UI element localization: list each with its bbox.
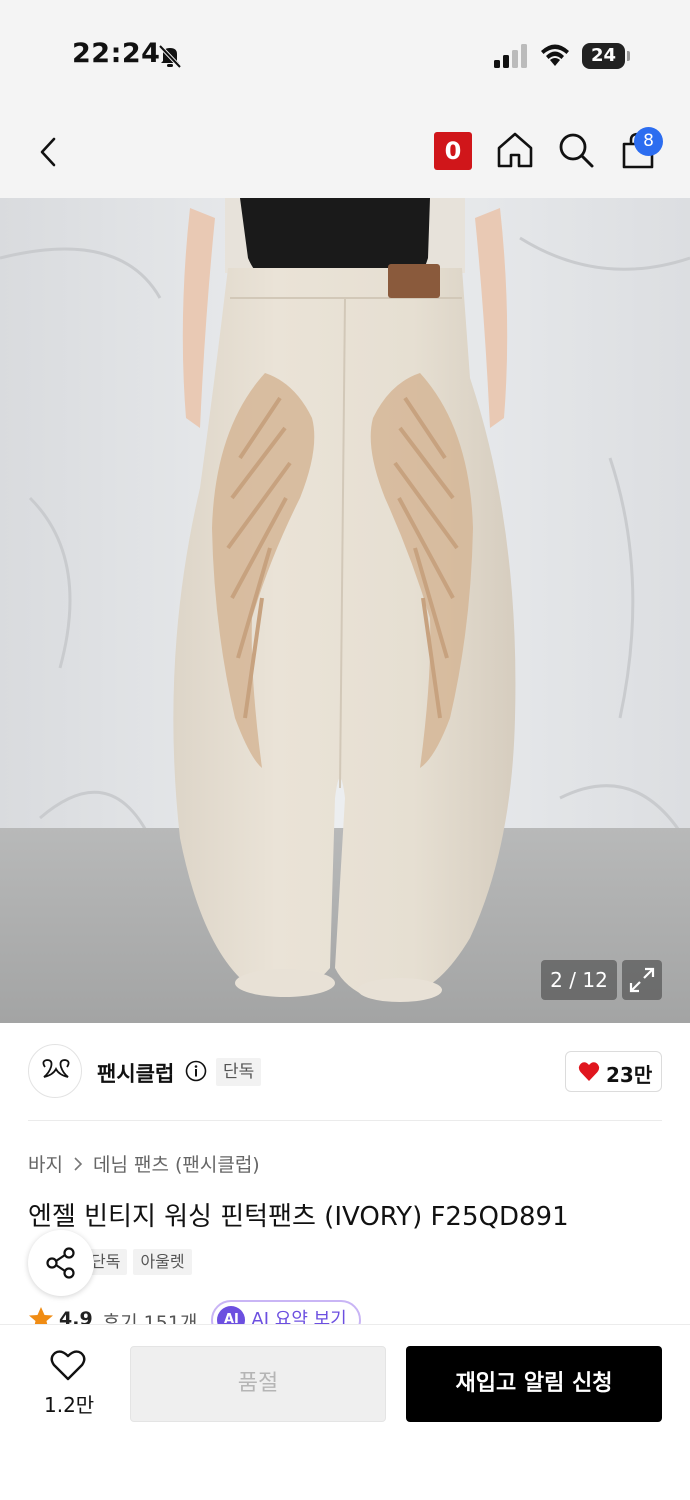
product-title: 엔젤 빈티지 워싱 핀턱팬츠 (IVORY) F25QD891: [28, 1202, 569, 1232]
brand-name[interactable]: 팬시클럽: [97, 1058, 174, 1088]
star-icon: [29, 1307, 53, 1324]
ai-summary-label: AI 요약 보기: [251, 1309, 347, 1324]
rating-row[interactable]: 4.9 후기 151개 AI AI 요약 보기: [28, 1300, 361, 1324]
divider: [28, 1120, 662, 1121]
battery-tip: [627, 51, 630, 61]
ai-icon: AI: [217, 1306, 246, 1324]
heart-filled-icon: [578, 1062, 600, 1081]
ai-summary-button[interactable]: AI AI 요약 보기: [211, 1300, 361, 1324]
like-count: 23만: [606, 1063, 653, 1087]
product-photo: [0, 198, 690, 1023]
heart-outline-icon[interactable]: [50, 1349, 86, 1381]
tag-outlet: 아울렛: [133, 1249, 192, 1275]
product-image[interactable]: [0, 198, 690, 1023]
back-icon[interactable]: [30, 132, 70, 172]
wifi-icon: [541, 44, 569, 66]
shop-logo-icon[interactable]: 0: [434, 132, 472, 170]
search-icon[interactable]: [556, 130, 596, 170]
info-icon[interactable]: [185, 1060, 207, 1082]
wish-count: 1.2만: [44, 1393, 95, 1417]
bell-slash-icon: [158, 44, 182, 69]
share-icon: [46, 1247, 75, 1279]
soldout-button: 품절: [130, 1346, 386, 1422]
brand-like-button[interactable]: 23만: [565, 1051, 662, 1092]
home-icon[interactable]: [495, 130, 535, 170]
brand-logo-mark: [42, 1059, 70, 1078]
brand-logo[interactable]: [28, 1044, 82, 1098]
bottom-action-bar: 1.2만 품절 재입고 알림 신청: [0, 1324, 690, 1500]
cart-count-badge: 8: [634, 127, 663, 156]
status-time: 22:24: [72, 38, 161, 69]
exclusive-tag: 단독: [216, 1058, 262, 1086]
signal-icon: [494, 44, 527, 68]
rating-value: 4.9: [59, 1308, 93, 1324]
breadcrumb: 바지 데님 팬츠 (팬시클럽): [28, 1150, 260, 1177]
share-button[interactable]: [28, 1230, 94, 1296]
review-count[interactable]: 후기 151개: [103, 1308, 198, 1324]
breadcrumb-category[interactable]: 바지: [28, 1150, 63, 1177]
top-nav: 0: [0, 100, 690, 198]
restock-alert-button[interactable]: 재입고 알림 신청: [406, 1346, 662, 1422]
battery-level: 24: [582, 43, 625, 69]
brand-row: 팬시클럽 단독 23만: [0, 1023, 690, 1121]
tag-row: 단독 아울렛: [84, 1249, 192, 1275]
breadcrumb-subcategory[interactable]: 데님 팬츠 (팬시클럽): [93, 1150, 260, 1177]
status-bar: 22:24 24: [0, 0, 690, 100]
expand-icon[interactable]: [622, 960, 662, 1000]
battery-icon: 24: [582, 43, 630, 69]
image-counter: 2 / 12: [541, 960, 617, 1000]
chevron-right-icon: [74, 1156, 83, 1171]
